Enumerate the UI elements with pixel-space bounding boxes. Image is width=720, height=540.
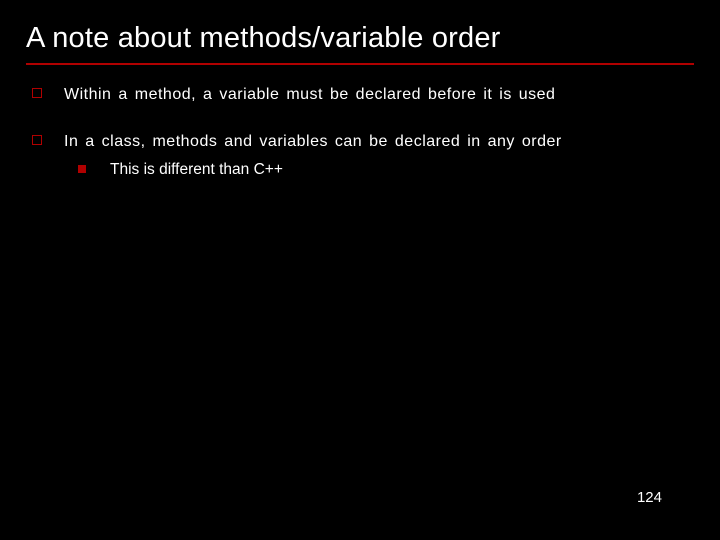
slide: A note about methods/variable order With… [0,0,720,540]
slide-title: A note about methods/variable order [26,22,694,61]
bullet-filled-square-icon [78,165,86,173]
bullet-item: Within a method, a variable must be decl… [30,83,690,106]
title-underline [26,63,694,65]
page-number: 124 [637,489,662,506]
bullet-text: Within a method, a variable must be decl… [64,83,555,106]
bullet-item: In a class, methods and variables can be… [30,130,690,182]
slide-content: Within a method, a variable must be decl… [26,83,694,182]
sub-bullet-item: This is different than C++ [78,159,690,181]
sub-bullet-text: This is different than C++ [110,159,283,181]
bullet-text: In a class, methods and variables can be… [64,130,690,153]
bullet-hollow-square-icon [32,135,42,145]
bullet-hollow-square-icon [32,88,42,98]
